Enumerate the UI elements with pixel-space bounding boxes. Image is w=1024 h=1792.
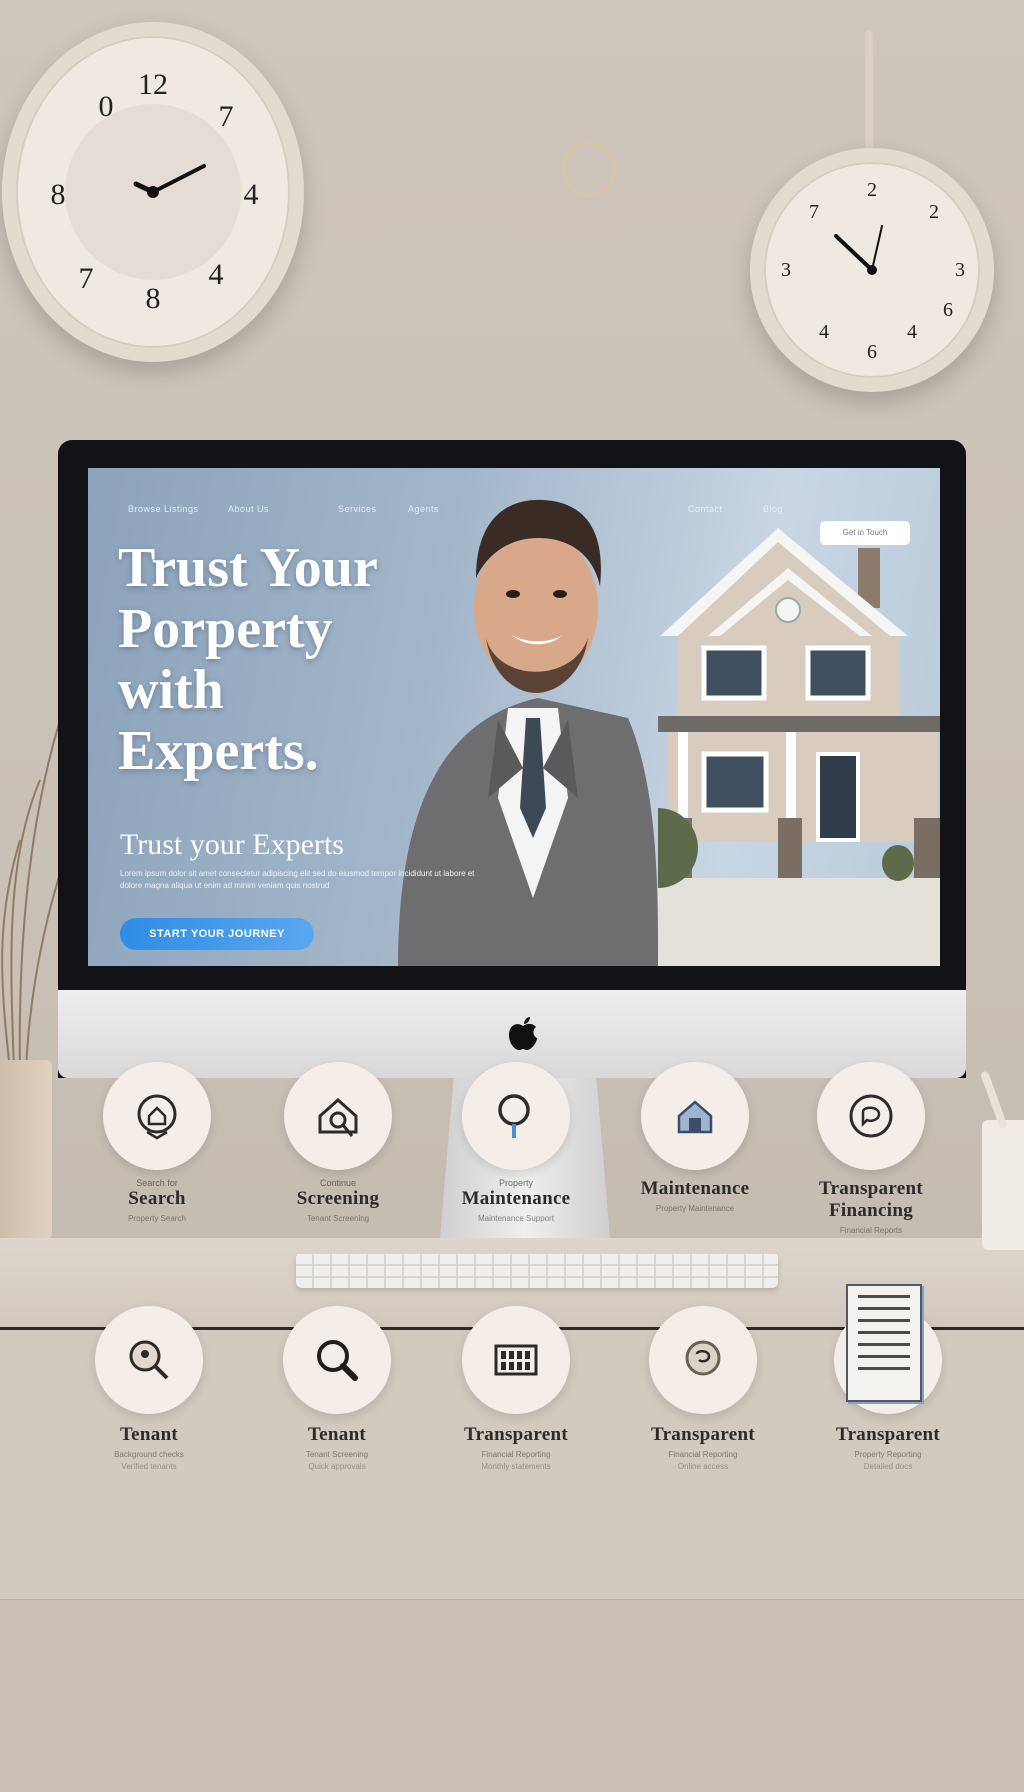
svg-text:12: 12 xyxy=(138,68,168,101)
service-detail: Detailed docs xyxy=(863,1462,913,1471)
building-icon xyxy=(494,1344,538,1376)
nav-link-about[interactable]: About Us xyxy=(228,504,269,514)
apple-logo-icon xyxy=(509,1017,537,1050)
house-gear-icon xyxy=(677,1100,713,1134)
service-overline: Property xyxy=(498,1178,533,1188)
service-title: Screening xyxy=(296,1188,380,1209)
svg-text:6: 6 xyxy=(943,299,953,321)
service-icon-circle xyxy=(95,1306,203,1414)
service-subtitle: Financial Reporting xyxy=(481,1450,551,1459)
service-title: Maintenance xyxy=(640,1178,750,1199)
hero-description: Lorem ipsum dolor sit amet consectetur a… xyxy=(120,869,475,890)
service-overline: Continue xyxy=(319,1178,357,1188)
service-title: Transparent xyxy=(836,1424,940,1445)
svg-text:3: 3 xyxy=(955,259,965,281)
service-icon-circle xyxy=(283,1306,391,1414)
service-card[interactable]: Tenant Tenant Screening Quick approvals xyxy=(262,1306,412,1471)
hero-subtitle: Trust your Experts xyxy=(120,828,344,861)
service-detail: Online access xyxy=(677,1462,729,1471)
svg-text:4: 4 xyxy=(819,321,829,343)
service-icon-circle xyxy=(462,1062,570,1170)
service-icon-circle xyxy=(284,1062,392,1170)
wall-clock-right: 236 372 446 xyxy=(750,148,994,392)
service-title: Tenant xyxy=(307,1424,367,1445)
service-subtitle: Tenant Screening xyxy=(306,1214,370,1223)
svg-text:7: 7 xyxy=(219,100,234,133)
service-subtitle: Background checks xyxy=(114,1450,184,1459)
service-title: Transparent xyxy=(651,1424,755,1445)
service-detail: Quick approvals xyxy=(308,1462,366,1471)
clock-face-right: 236 37 2 4 46 xyxy=(781,179,965,363)
service-overline: Search for xyxy=(136,1178,178,1188)
floor xyxy=(0,1600,1024,1792)
house-pin-icon xyxy=(137,1094,177,1140)
start-journey-button[interactable]: START YOUR JOURNEY xyxy=(120,918,314,950)
service-icon-circle xyxy=(649,1306,757,1414)
svg-text:6: 6 xyxy=(867,341,877,363)
svg-text:2: 2 xyxy=(867,179,877,201)
svg-text:4: 4 xyxy=(244,178,259,211)
chat-icon xyxy=(685,1340,721,1376)
service-subtitle: Maintenance Support xyxy=(477,1214,555,1223)
service-card[interactable]: Property Maintenance Maintenance Support xyxy=(441,1062,591,1223)
service-card[interactable]: Search for Search Property Search xyxy=(82,1062,232,1223)
service-icon-circle xyxy=(103,1062,211,1170)
search-pin-icon xyxy=(129,1340,169,1380)
service-card[interactable]: Tenant Background checks Verified tenant… xyxy=(74,1306,224,1471)
document-icon xyxy=(846,1284,922,1402)
hero-title-line: Porperty xyxy=(118,598,333,660)
service-title: Tenant xyxy=(119,1424,179,1445)
svg-text:8: 8 xyxy=(146,282,161,315)
service-card[interactable]: Transparent Financial Reporting Monthly … xyxy=(441,1306,591,1471)
hero-title-line: Experts. xyxy=(118,720,319,782)
svg-text:4: 4 xyxy=(209,258,224,291)
service-title: Maintenance xyxy=(461,1188,571,1209)
house-search-icon xyxy=(318,1097,358,1137)
service-title: Transparent xyxy=(464,1424,568,1445)
svg-text:0: 0 xyxy=(99,90,114,123)
hero-title-line: with xyxy=(118,659,224,721)
nav-link-blog[interactable]: Blog xyxy=(763,504,783,514)
service-card[interactable]: Maintenance Property Maintenance xyxy=(620,1062,770,1213)
service-icon-circle xyxy=(462,1306,570,1414)
wall-clock-left: 12 4 8 8 0 7 7 4 xyxy=(2,22,304,362)
service-icon-circle xyxy=(817,1062,925,1170)
website-screen: Browse Listings About Us Services Agents… xyxy=(88,468,940,966)
wall-hook xyxy=(561,141,617,197)
clock-rod xyxy=(865,30,873,150)
service-card[interactable]: Transparent Financing Financial Reports xyxy=(796,1062,946,1235)
service-subtitle: Property Search xyxy=(128,1214,186,1223)
nav-link-listings[interactable]: Browse Listings xyxy=(128,504,199,514)
plant-pot xyxy=(0,1060,52,1240)
service-subtitle: Property Maintenance xyxy=(655,1204,735,1213)
clock-face-left: 12 4 8 8 0 7 7 4 xyxy=(51,68,259,315)
svg-text:7: 7 xyxy=(809,201,819,223)
pen-cup xyxy=(982,1120,1024,1250)
service-title: Search xyxy=(128,1188,186,1209)
magnifier-icon xyxy=(498,1094,530,1138)
service-subtitle: Property Reporting xyxy=(854,1450,922,1459)
service-card[interactable]: Continue Screening Tenant Screening xyxy=(263,1062,413,1223)
service-subtitle: Financial Reporting xyxy=(668,1450,738,1459)
svg-text:2: 2 xyxy=(929,201,939,223)
keyboard xyxy=(296,1252,778,1288)
svg-text:7: 7 xyxy=(79,262,94,295)
service-icon-circle xyxy=(641,1062,749,1170)
service-card[interactable]: Transparent Financial Reporting Online a… xyxy=(628,1306,778,1471)
service-subtitle: Financial Reports xyxy=(839,1226,903,1235)
hero-title: Trust Your Porperty with Experts. xyxy=(118,538,478,782)
svg-text:4: 4 xyxy=(907,321,917,343)
svg-text:8: 8 xyxy=(51,178,66,211)
service-detail: Monthly statements xyxy=(481,1462,551,1471)
service-detail: Verified tenants xyxy=(121,1462,177,1471)
hero-title-line: Trust Your xyxy=(118,537,378,599)
chat-icon xyxy=(849,1094,893,1138)
magnifier-icon xyxy=(317,1340,358,1381)
nav-link-contact[interactable]: Contact xyxy=(688,504,723,514)
svg-text:3: 3 xyxy=(781,259,791,281)
house-image xyxy=(658,528,940,966)
service-subtitle: Tenant Screening xyxy=(305,1450,369,1459)
service-title: Transparent Financing xyxy=(819,1178,923,1221)
